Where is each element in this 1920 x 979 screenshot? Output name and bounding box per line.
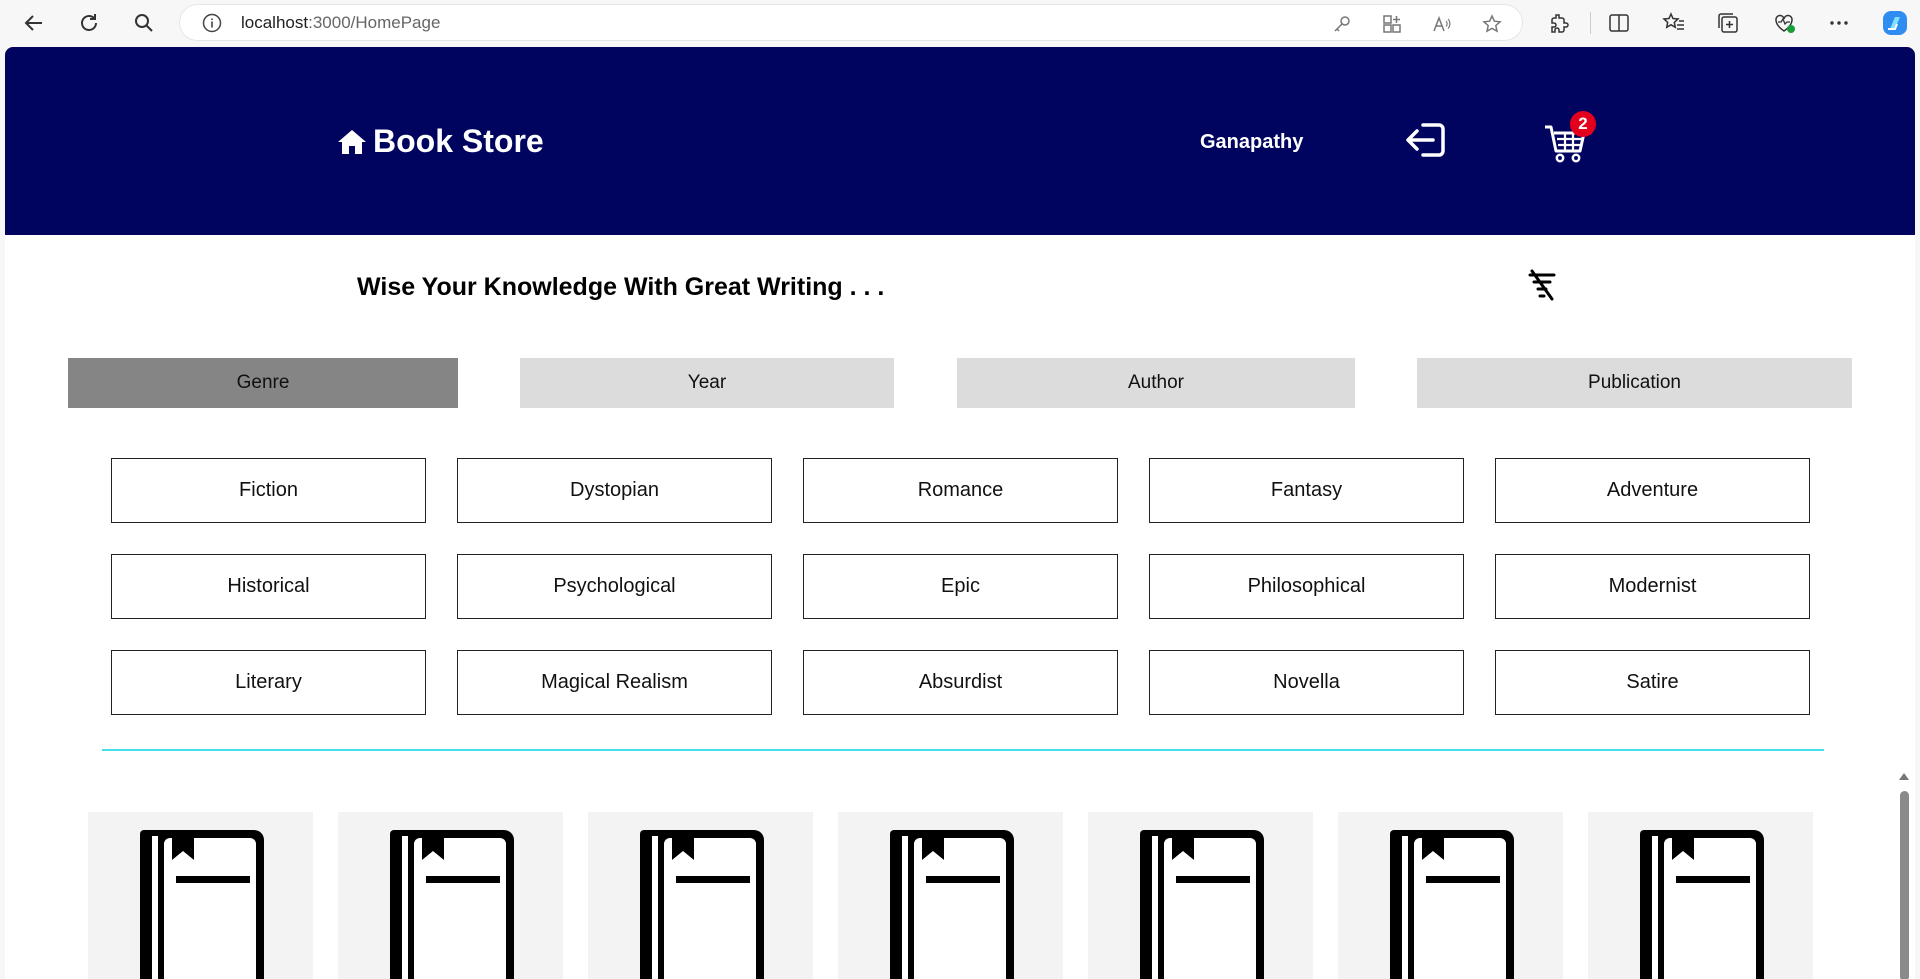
site-header: Book Store Ganapathy 2 — [5, 47, 1915, 235]
genre-button[interactable]: Modernist — [1495, 554, 1810, 619]
filter-off-icon[interactable] — [1525, 268, 1559, 302]
genre-button[interactable]: Psychological — [457, 554, 772, 619]
book-card[interactable] — [1338, 812, 1563, 979]
page-tagline: Wise Your Knowledge With Great Writing .… — [357, 273, 885, 301]
genre-button[interactable]: Magical Realism — [457, 650, 772, 715]
read-aloud-icon[interactable] — [1432, 14, 1452, 34]
brand-link[interactable]: Book Store — [337, 123, 544, 160]
book-card[interactable] — [838, 812, 1063, 979]
tab-year[interactable]: Year — [520, 358, 894, 408]
logout-icon[interactable] — [1405, 121, 1447, 159]
back-arrow-icon — [24, 15, 42, 31]
browser-essentials-icon[interactable] — [1772, 11, 1796, 35]
book-icon — [1640, 830, 1764, 979]
reload-button[interactable] — [74, 8, 104, 38]
search-icon — [135, 14, 153, 32]
genre-button[interactable]: Literary — [111, 650, 426, 715]
book-card[interactable] — [1088, 812, 1313, 979]
book-icon — [390, 830, 514, 979]
section-divider — [102, 749, 1824, 751]
genre-button[interactable]: Fantasy — [1149, 458, 1464, 523]
book-icon — [1140, 830, 1264, 979]
brand-title: Book Store — [373, 123, 544, 159]
cart-count-badge: 2 — [1570, 111, 1596, 137]
genre-button[interactable]: Romance — [803, 458, 1118, 523]
book-card[interactable] — [338, 812, 563, 979]
collections-icon[interactable] — [1716, 11, 1740, 35]
address-bar[interactable]: localhost:3000/HomePage — [180, 5, 1522, 40]
info-icon[interactable] — [202, 13, 222, 33]
app-grid-icon[interactable] — [1382, 14, 1402, 34]
search-button[interactable] — [129, 8, 159, 38]
toolbar-separator — [1590, 12, 1591, 34]
page-viewport: Book Store Ganapathy 2 Wise Your Knowled… — [5, 47, 1915, 979]
back-button[interactable] — [19, 8, 49, 38]
genre-button[interactable]: Satire — [1495, 650, 1810, 715]
book-card[interactable] — [1588, 812, 1813, 979]
book-icon — [890, 830, 1014, 979]
genre-button[interactable]: Philosophical — [1149, 554, 1464, 619]
username-label[interactable]: Ganapathy — [1200, 131, 1303, 154]
genre-button[interactable]: Dystopian — [457, 458, 772, 523]
reload-icon — [81, 14, 97, 31]
scroll-up-arrow-icon[interactable] — [1898, 771, 1910, 781]
genre-button[interactable]: Fiction — [111, 458, 426, 523]
book-card[interactable] — [88, 812, 313, 979]
favorite-star-icon[interactable] — [1482, 14, 1502, 34]
copilot-icon[interactable] — [1881, 9, 1909, 37]
genre-button[interactable]: Absurdist — [803, 650, 1118, 715]
home-icon — [338, 129, 366, 154]
book-icon — [640, 830, 764, 979]
genre-button[interactable]: Novella — [1149, 650, 1464, 715]
more-menu-icon[interactable] — [1827, 11, 1851, 35]
extensions-icon[interactable] — [1547, 11, 1571, 35]
tab-author[interactable]: Author — [957, 358, 1355, 408]
favorites-icon[interactable] — [1662, 11, 1686, 35]
genre-button[interactable]: Epic — [803, 554, 1118, 619]
book-card[interactable] — [588, 812, 813, 979]
book-icon — [140, 830, 264, 979]
url-path: :3000/HomePage — [308, 13, 441, 32]
scrollbar-thumb[interactable] — [1900, 791, 1909, 979]
url-text: localhost:3000/HomePage — [241, 13, 440, 33]
url-host: localhost — [241, 13, 309, 32]
tab-genre[interactable]: Genre — [68, 358, 458, 408]
split-screen-icon[interactable] — [1607, 11, 1631, 35]
genre-button[interactable]: Historical — [111, 554, 426, 619]
tab-publication[interactable]: Publication — [1417, 358, 1852, 408]
genre-button[interactable]: Adventure — [1495, 458, 1810, 523]
browser-toolbar: localhost:3000/HomePage — [0, 0, 1920, 46]
key-icon[interactable] — [1332, 14, 1352, 34]
book-icon — [1390, 830, 1514, 979]
